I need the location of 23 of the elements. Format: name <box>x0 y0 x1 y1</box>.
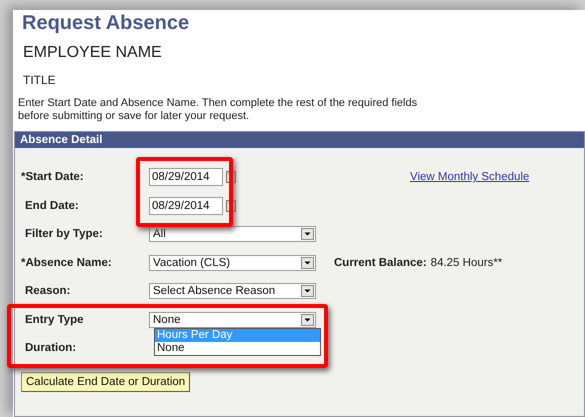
page-title: Request Absence <box>21 11 190 36</box>
employee-title: TITLE <box>22 72 57 89</box>
balance-label: Current Balance: <box>334 256 427 269</box>
field-label: *Absence Name: <box>21 256 113 269</box>
select-field[interactable]: Vacation (CLS) <box>149 254 316 271</box>
panel-header: Absence Detail <box>15 132 584 148</box>
balance-value: 84.25 Hours** <box>430 256 502 269</box>
employee-name: EMPLOYEE NAME <box>22 43 163 63</box>
select-field[interactable]: Select Absence Reason <box>149 283 316 300</box>
select-field[interactable]: All <box>149 226 316 242</box>
field-label: Reason: <box>24 285 72 298</box>
calculate-button[interactable]: Calculate End Date or Duration <box>21 372 190 392</box>
dropdown-option[interactable]: None <box>155 342 320 354</box>
field-label: Duration: <box>24 342 78 354</box>
date-field[interactable]: 08/29/2014 <box>149 168 223 186</box>
view-schedule-link[interactable]: View Monthly Schedule <box>410 171 530 184</box>
field-label: Filter by Type: <box>24 228 104 240</box>
select-field[interactable]: None <box>149 312 316 328</box>
date-field[interactable]: 08/29/2014 <box>149 196 223 215</box>
field-label: End Date: <box>24 200 80 212</box>
field-label: Entry Type <box>24 314 85 326</box>
field-label: *Start Date: <box>21 171 85 184</box>
instructions-text: Enter Start Date and Absence Name. Then complete the rest of the required fields before submitting or save for later your request. <box>17 96 418 124</box>
